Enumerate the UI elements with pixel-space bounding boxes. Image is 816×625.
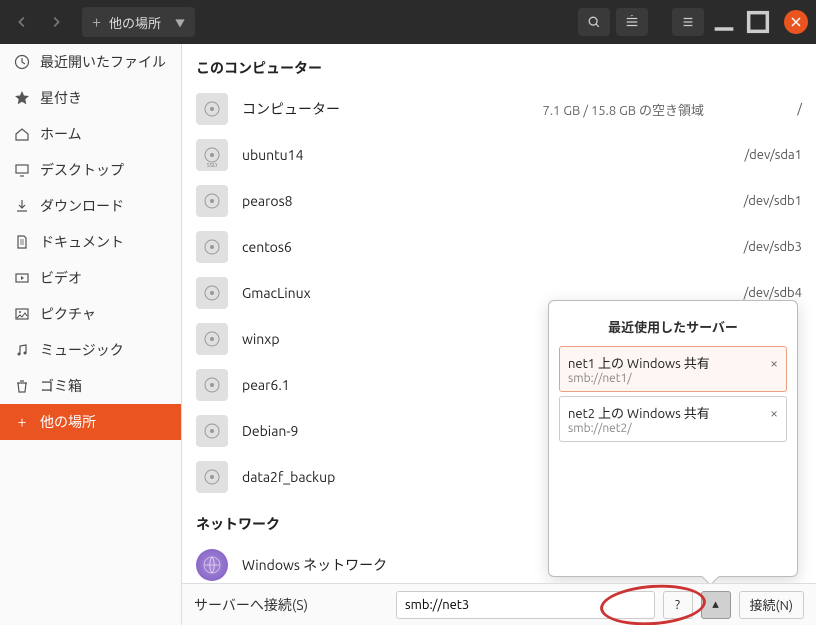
server-uri: smb://net1/ bbox=[568, 372, 778, 385]
sidebar-item-document[interactable]: ドキュメント bbox=[0, 224, 181, 260]
video-icon bbox=[14, 270, 30, 286]
drive-path: /dev/sda1 bbox=[732, 148, 802, 162]
sidebar-item-label: 最近開いたファイル bbox=[40, 52, 166, 72]
path-bar[interactable]: + 他の場所 ▼ bbox=[82, 7, 195, 37]
music-icon bbox=[14, 342, 30, 358]
popup-title: 最近使用したサーバー bbox=[559, 311, 787, 346]
drive-name: pearos8 bbox=[242, 193, 704, 209]
drive-icon bbox=[196, 323, 228, 355]
sidebar-item-label: ピクチャ bbox=[40, 304, 96, 324]
drive-icon bbox=[196, 369, 228, 401]
drive-name: ubuntu14 bbox=[242, 147, 704, 163]
search-button[interactable] bbox=[578, 8, 610, 36]
connect-footer: サーバーへ接続(S) ? ▴ 接続(N) bbox=[182, 583, 816, 625]
sidebar-item-label: デスクトップ bbox=[40, 160, 124, 180]
recent-server-item[interactable]: net2 上の Windows 共有smb://net2/× bbox=[559, 396, 787, 442]
minimize-button[interactable] bbox=[710, 8, 738, 36]
sidebar-item-clock[interactable]: 最近開いたファイル bbox=[0, 44, 181, 80]
drive-row[interactable]: ubuntu14/dev/sda1 bbox=[182, 132, 816, 178]
drive-row[interactable]: centos6/dev/sdb3 bbox=[182, 224, 816, 270]
server-uri: smb://net2/ bbox=[568, 422, 778, 435]
home-icon bbox=[14, 126, 30, 142]
sidebar-item-picture[interactable]: ピクチャ bbox=[0, 296, 181, 332]
sidebar: 最近開いたファイル星付きホームデスクトップダウンロードドキュメントビデオピクチャ… bbox=[0, 44, 182, 625]
sidebar-item-label: 星付き bbox=[40, 88, 82, 108]
desktop-icon bbox=[14, 162, 30, 178]
recent-server-item[interactable]: net1 上の Windows 共有smb://net1/× bbox=[559, 346, 787, 392]
drive-name: GmacLinux bbox=[242, 285, 704, 301]
sidebar-item-label: ビデオ bbox=[40, 268, 82, 288]
sidebar-item-label: ドキュメント bbox=[40, 232, 124, 252]
drive-name: コンピューター bbox=[242, 99, 529, 119]
sidebar-item-plus[interactable]: + 他の場所 bbox=[0, 404, 181, 440]
document-icon bbox=[14, 234, 30, 250]
drive-icon bbox=[196, 461, 228, 493]
remove-server-button[interactable]: × bbox=[770, 405, 778, 421]
sidebar-item-music[interactable]: ミュージック bbox=[0, 332, 181, 368]
connect-label: サーバーへ接続(S) bbox=[194, 595, 308, 615]
drive-icon bbox=[196, 185, 228, 217]
drive-row[interactable]: コンピューター 7.1 GB / 15.8 GB の空き領域 / bbox=[182, 86, 816, 132]
main-panel: このコンピューター コンピューター 7.1 GB / 15.8 GB の空き領域 /… bbox=[182, 44, 816, 625]
drive-path: /dev/sdb3 bbox=[732, 240, 802, 254]
sidebar-item-video[interactable]: ビデオ bbox=[0, 260, 181, 296]
recent-servers-popup: 最近使用したサーバー net1 上の Windows 共有smb://net1/… bbox=[548, 300, 798, 577]
drive-path: /dev/sdb1 bbox=[732, 194, 802, 208]
sidebar-item-label: ゴミ箱 bbox=[40, 376, 82, 396]
titlebar: + 他の場所 ▼ bbox=[0, 0, 816, 44]
sidebar-item-label: ミュージック bbox=[40, 340, 124, 360]
drive-name: centos6 bbox=[242, 239, 704, 255]
plus-icon: + bbox=[14, 414, 30, 430]
download-icon bbox=[14, 198, 30, 214]
sidebar-item-star[interactable]: 星付き bbox=[0, 80, 181, 116]
drive-path: / bbox=[732, 102, 802, 116]
drive-icon bbox=[196, 415, 228, 447]
sidebar-item-home[interactable]: ホーム bbox=[0, 116, 181, 152]
sidebar-item-download[interactable]: ダウンロード bbox=[0, 188, 181, 224]
sidebar-item-trash[interactable]: ゴミ箱 bbox=[0, 368, 181, 404]
sidebar-item-label: ホーム bbox=[40, 124, 82, 144]
server-title: net2 上の Windows 共有 bbox=[568, 403, 778, 422]
star-icon bbox=[14, 90, 30, 106]
drive-row[interactable]: pearos8/dev/sdb1 bbox=[182, 178, 816, 224]
forward-button[interactable] bbox=[42, 8, 70, 36]
clock-icon bbox=[14, 54, 30, 70]
network-icon bbox=[196, 549, 228, 581]
drive-icon bbox=[196, 277, 228, 309]
drive-icon bbox=[196, 93, 228, 125]
section-computer-header: このコンピューター bbox=[182, 44, 816, 86]
sidebar-item-desktop[interactable]: デスクトップ bbox=[0, 152, 181, 188]
trash-icon bbox=[14, 378, 30, 394]
chevron-down-icon: ▼ bbox=[175, 15, 185, 30]
close-button[interactable] bbox=[784, 10, 808, 34]
plus-icon: + bbox=[92, 13, 101, 31]
connect-button[interactable]: 接続(N) bbox=[739, 591, 804, 619]
hamburger-menu-button[interactable] bbox=[672, 8, 704, 36]
sidebar-item-label: ダウンロード bbox=[40, 196, 124, 216]
recent-servers-toggle[interactable]: ▴ bbox=[701, 591, 731, 619]
picture-icon bbox=[14, 306, 30, 322]
drive-icon bbox=[196, 139, 228, 171]
help-button[interactable]: ? bbox=[663, 591, 693, 619]
drive-icon bbox=[196, 231, 228, 263]
sidebar-item-label: 他の場所 bbox=[40, 412, 96, 432]
back-button[interactable] bbox=[8, 8, 36, 36]
maximize-button[interactable] bbox=[744, 8, 772, 36]
server-title: net1 上の Windows 共有 bbox=[568, 353, 778, 372]
remove-server-button[interactable]: × bbox=[770, 355, 778, 371]
drive-path: /dev/sdb4 bbox=[732, 286, 802, 300]
server-address-input[interactable] bbox=[396, 591, 655, 619]
drive-usage: 7.1 GB / 15.8 GB の空き領域 bbox=[543, 100, 704, 119]
path-label: 他の場所 bbox=[109, 13, 161, 32]
view-list-button[interactable] bbox=[616, 8, 648, 36]
